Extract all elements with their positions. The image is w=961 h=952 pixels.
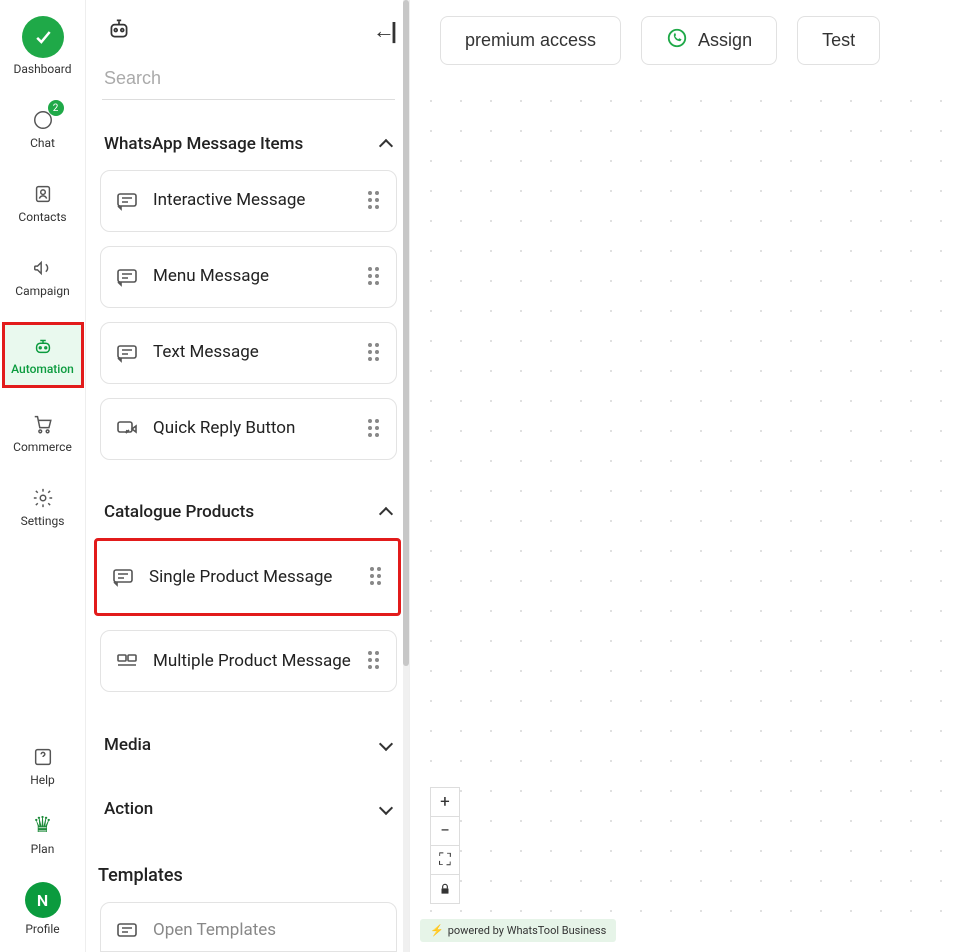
main-nav: Dashboard 2 Chat Contacts Campaign (0, 0, 86, 952)
item-multiple-product-message[interactable]: Multiple Product Message (100, 630, 397, 692)
drag-handle-icon[interactable] (368, 419, 382, 439)
sidebar-item-campaign[interactable]: Campaign (8, 250, 78, 304)
settings-icon (31, 486, 55, 510)
section-title: Action (104, 799, 153, 819)
nav-label: Automation (11, 362, 74, 376)
section-action[interactable]: Action (98, 789, 399, 835)
template-icon (115, 919, 139, 943)
sidebar-item-plan[interactable]: ♛ Plan (8, 807, 78, 862)
help-icon (31, 745, 55, 769)
btn-label: premium access (465, 30, 596, 51)
drag-handle-icon[interactable] (368, 267, 382, 287)
item-text-message[interactable]: Text Message (100, 322, 397, 384)
nav-label: Plan (31, 842, 55, 856)
nav-label: Help (30, 773, 55, 787)
chevron-up-icon (379, 139, 393, 153)
test-button[interactable]: Test (797, 16, 880, 65)
automation-icon (31, 334, 55, 358)
drag-handle-icon[interactable] (368, 651, 382, 671)
commerce-icon (31, 412, 55, 436)
item-label: Interactive Message (153, 190, 354, 211)
zoom-controls: + − ⛶ (430, 788, 460, 904)
nav-label: Campaign (15, 284, 69, 298)
whatsapp-icon (666, 27, 688, 54)
section-whatsapp-items[interactable]: WhatsApp Message Items (98, 124, 399, 170)
chevron-down-icon (379, 736, 393, 750)
chat-badge: 2 (48, 100, 64, 116)
logo-icon (22, 16, 64, 58)
search-input[interactable] (102, 60, 395, 100)
item-label: Quick Reply Button (153, 418, 354, 439)
canvas-toolbar: premium access Assign Test (410, 0, 961, 81)
campaign-icon (31, 256, 55, 280)
item-label: Menu Message (153, 266, 354, 287)
section-title: Catalogue Products (104, 502, 254, 522)
items-panel: WhatsApp Message Items Interactive Messa… (86, 0, 410, 952)
message-icon (115, 189, 139, 213)
panel-scrollbar[interactable] (403, 0, 409, 952)
sidebar-item-automation[interactable]: Automation (4, 324, 82, 386)
btn-label: Test (822, 30, 855, 51)
nav-label: Commerce (13, 440, 72, 454)
sidebar-item-chat[interactable]: 2 Chat (8, 102, 78, 156)
message-icon (115, 341, 139, 365)
item-label: Text Message (153, 342, 354, 363)
section-title: WhatsApp Message Items (104, 134, 303, 154)
product-icon (111, 565, 135, 589)
templates-heading: Templates (98, 853, 399, 894)
drag-handle-icon[interactable] (368, 191, 382, 211)
section-media[interactable]: Media (98, 725, 399, 771)
section-catalogue-products[interactable]: Catalogue Products (98, 492, 399, 538)
chevron-up-icon (379, 507, 393, 521)
zoom-fit-button[interactable]: ⛶ (430, 845, 460, 875)
nav-label: Settings (21, 514, 65, 528)
powered-text: powered by WhatsTool Business (448, 924, 607, 937)
zoom-in-button[interactable]: + (430, 787, 460, 817)
sidebar-item-commerce[interactable]: Commerce (8, 406, 78, 460)
premium-access-button[interactable]: premium access (440, 16, 621, 65)
powered-by-badge: ⚡powered by WhatsTool Business (420, 919, 616, 942)
sidebar-item-help[interactable]: Help (8, 739, 78, 793)
item-label: Open Templates (153, 920, 382, 941)
collapse-panel-icon[interactable] (373, 18, 393, 44)
chevron-down-icon (379, 801, 393, 815)
zoom-lock-button[interactable] (430, 874, 460, 904)
robot-icon (106, 16, 132, 46)
item-interactive-message[interactable]: Interactive Message (100, 170, 397, 232)
item-label: Multiple Product Message (153, 651, 354, 672)
avatar: N (25, 882, 61, 918)
item-menu-message[interactable]: Menu Message (100, 246, 397, 308)
nav-label: Profile (25, 922, 59, 936)
sidebar-item-dashboard[interactable]: Dashboard (8, 10, 78, 82)
nav-label: Chat (30, 136, 55, 150)
canvas-grid (410, 66, 961, 922)
btn-label: Assign (698, 30, 752, 51)
sidebar-item-contacts[interactable]: Contacts (8, 176, 78, 230)
item-quick-reply-button[interactable]: Quick Reply Button (100, 398, 397, 460)
contacts-icon (31, 182, 55, 206)
drag-handle-icon[interactable] (368, 343, 382, 363)
drag-handle-icon[interactable] (370, 567, 384, 587)
message-icon (115, 265, 139, 289)
nav-label: Contacts (18, 210, 66, 224)
item-single-product-message[interactable]: Single Product Message (94, 538, 401, 616)
assign-button[interactable]: Assign (641, 16, 777, 65)
multi-product-icon (115, 649, 139, 673)
nav-label: Dashboard (13, 62, 71, 76)
reply-icon (115, 417, 139, 441)
item-open-templates[interactable]: Open Templates (100, 902, 397, 952)
flow-canvas[interactable]: premium access Assign Test Single Produc… (410, 0, 961, 952)
zoom-out-button[interactable]: − (430, 816, 460, 846)
item-label: Single Product Message (149, 567, 356, 588)
sidebar-item-profile[interactable]: N Profile (8, 876, 78, 942)
sidebar-item-settings[interactable]: Settings (8, 480, 78, 534)
section-title: Media (104, 735, 151, 755)
crown-icon: ♛ (33, 813, 53, 838)
